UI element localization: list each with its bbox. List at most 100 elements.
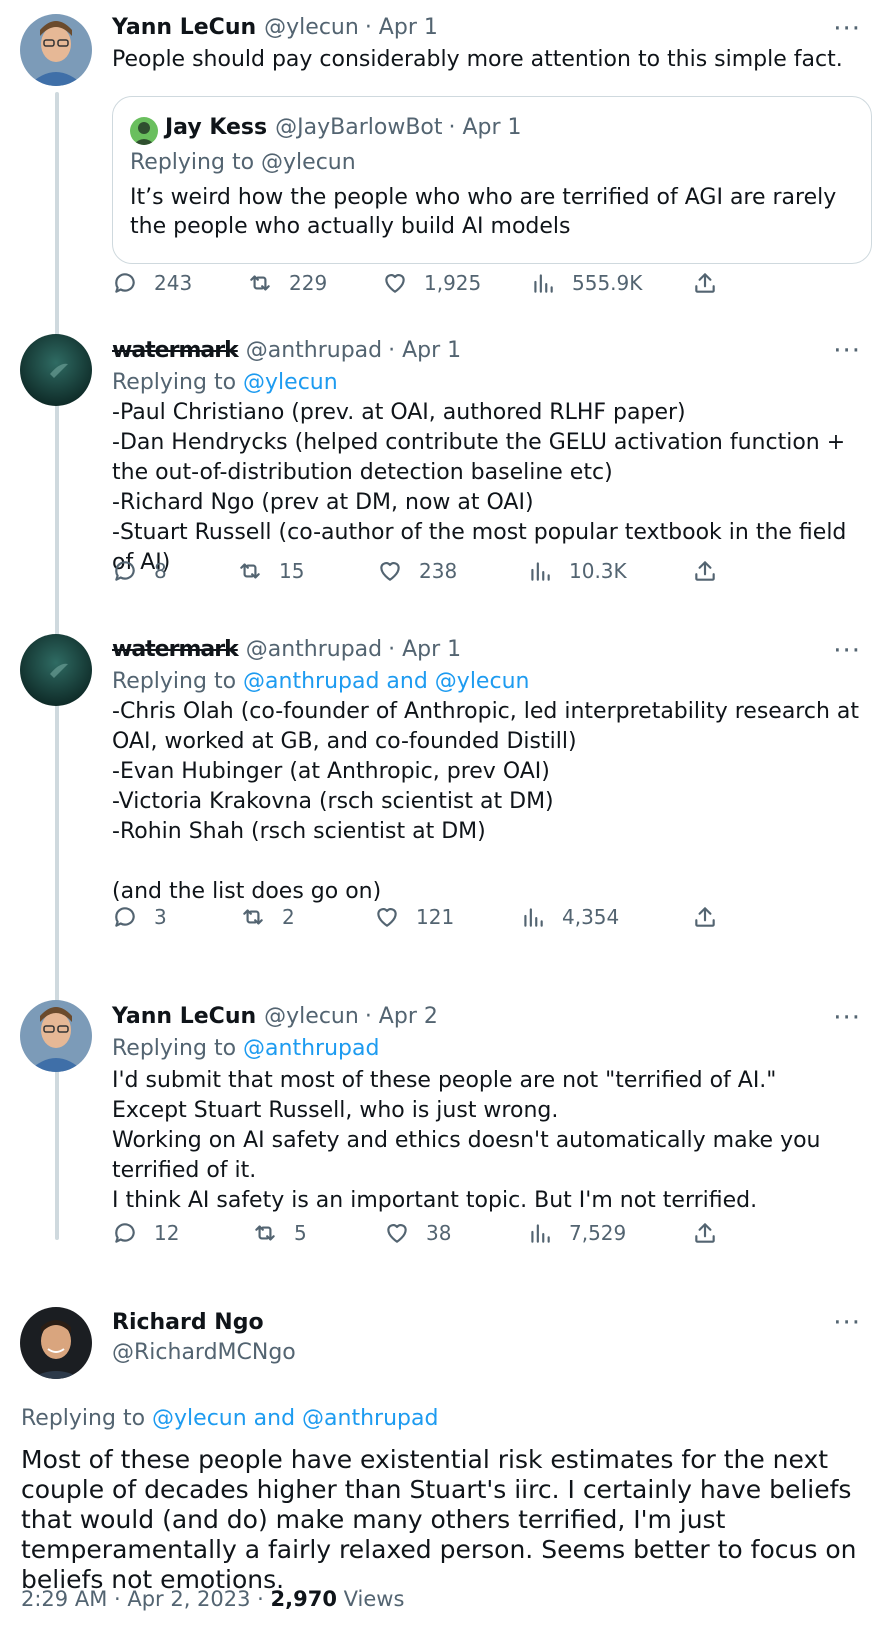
tweet-header: watermark @anthrupad · Apr 1 xyxy=(112,338,461,363)
retweet-count: 229 xyxy=(289,271,328,295)
replying-to: Replying to @ylecun and @anthrupad xyxy=(21,1406,438,1431)
avatar[interactable] xyxy=(20,1307,92,1379)
author-handle[interactable]: @RichardMCNgo xyxy=(112,1340,296,1365)
tweet-date[interactable]: · Apr 1 xyxy=(388,338,461,363)
views-count: 555.9K xyxy=(572,271,643,295)
views-button[interactable]: 4,354 xyxy=(520,904,619,930)
share-icon xyxy=(695,273,715,293)
share-button[interactable] xyxy=(692,270,734,296)
quote-replying-to: Replying to @ylecun xyxy=(130,150,356,175)
retweet-count: 2 xyxy=(282,905,295,929)
like-icon xyxy=(380,562,400,581)
replying-handle-link[interactable]: @ylecun and @anthrupad xyxy=(152,1406,438,1431)
tweet-1[interactable]: Yann LeCun @ylecun · Apr 1 ··· People sh… xyxy=(0,0,891,320)
like-button[interactable]: 121 xyxy=(374,904,454,930)
more-icon[interactable]: ··· xyxy=(833,16,861,42)
tweet-header: Yann LeCun @ylecun · Apr 1 xyxy=(112,15,438,40)
reply-icon xyxy=(115,273,135,293)
views-button[interactable]: 555.9K xyxy=(530,270,642,296)
tweet-2[interactable]: watermark @anthrupad · Apr 1 ··· Replyin… xyxy=(0,320,891,610)
tweet-4[interactable]: Yann LeCun @ylecun · Apr 2 ··· Replying … xyxy=(0,990,891,1290)
share-icon xyxy=(695,561,715,581)
avatar[interactable] xyxy=(20,634,92,706)
views-count: 4,354 xyxy=(562,905,620,929)
reply-button[interactable]: 3 xyxy=(112,904,167,930)
author-name[interactable]: Richard Ngo xyxy=(112,1310,264,1335)
author-name[interactable]: watermark xyxy=(112,338,239,363)
views-count: 7,529 xyxy=(569,1221,627,1245)
quote-avatar xyxy=(130,117,158,145)
tweet-date[interactable]: · Apr 2 xyxy=(365,1004,438,1029)
author-handle[interactable]: @anthrupad xyxy=(246,637,382,662)
reply-count: 8 xyxy=(154,559,167,583)
replying-to: Replying to @ylecun xyxy=(112,370,338,395)
reply-button[interactable]: 243 xyxy=(112,270,192,296)
like-count: 238 xyxy=(419,559,458,583)
replying-prefix: Replying to xyxy=(112,370,237,395)
share-button[interactable] xyxy=(692,558,734,584)
author-handle[interactable]: @anthrupad xyxy=(246,338,382,363)
retweet-count: 5 xyxy=(294,1221,307,1245)
retweet-button[interactable]: 15 xyxy=(237,558,304,584)
tweet-date[interactable]: · Apr 1 xyxy=(365,15,438,40)
replying-handle-link[interactable]: @ylecun xyxy=(243,370,338,395)
views-icon xyxy=(534,274,553,293)
replying-handle: @ylecun xyxy=(261,150,356,175)
tweet-text: I'd submit that most of these people are… xyxy=(112,1068,821,1213)
author-name[interactable]: Yann LeCun xyxy=(112,1004,256,1029)
quote-text: It’s weird how the people who who are te… xyxy=(130,185,837,239)
like-icon xyxy=(377,908,397,927)
reply-icon xyxy=(115,907,135,927)
tweet-3[interactable]: watermark @anthrupad · Apr 1 ··· Replyin… xyxy=(0,620,891,965)
like-button[interactable]: 38 xyxy=(384,1220,451,1246)
retweet-button[interactable]: 229 xyxy=(247,270,327,296)
share-button[interactable] xyxy=(692,1220,734,1246)
views-count: 10.3K xyxy=(569,559,627,583)
more-icon[interactable]: ··· xyxy=(833,338,861,364)
author-name[interactable]: Yann LeCun xyxy=(112,15,256,40)
avatar[interactable] xyxy=(20,14,92,86)
share-icon xyxy=(695,1223,715,1243)
share-button[interactable] xyxy=(692,904,734,930)
quoted-tweet[interactable]: Jay Kess @JayBarlowBot · Apr 1 Replying … xyxy=(112,96,872,264)
replying-handle-link[interactable]: @anthrupad and @ylecun xyxy=(243,669,529,694)
more-icon[interactable]: ··· xyxy=(833,638,861,664)
tweet-header: Yann LeCun @ylecun · Apr 2 xyxy=(112,1004,438,1029)
tweet-date[interactable]: · Apr 1 xyxy=(388,637,461,662)
views-icon xyxy=(524,908,543,927)
views-button[interactable]: 10.3K xyxy=(527,558,627,584)
retweet-button[interactable]: 5 xyxy=(252,1220,307,1246)
reply-count: 3 xyxy=(154,905,167,929)
retweet-icon xyxy=(240,563,260,579)
like-icon xyxy=(385,274,405,293)
author-handle[interactable]: @ylecun xyxy=(264,15,359,40)
tweet-text: -Paul Christiano (prev. at OAI, authored… xyxy=(112,400,847,575)
tweet-text: People should pay considerably more atte… xyxy=(112,47,843,72)
like-button[interactable]: 1,925 xyxy=(382,270,481,296)
like-count: 38 xyxy=(426,1221,452,1245)
author-handle[interactable]: @ylecun xyxy=(264,1004,359,1029)
retweet-button[interactable]: 2 xyxy=(240,904,295,930)
like-button[interactable]: 238 xyxy=(377,558,457,584)
reply-button[interactable]: 8 xyxy=(112,558,167,584)
views-icon xyxy=(531,1224,550,1243)
more-icon[interactable]: ··· xyxy=(833,1005,861,1031)
like-count: 1,925 xyxy=(424,271,482,295)
more-icon[interactable]: ··· xyxy=(833,1310,861,1336)
reply-count: 12 xyxy=(154,1221,180,1245)
avatar[interactable] xyxy=(20,334,92,406)
author-name[interactable]: watermark xyxy=(112,637,239,662)
retweet-icon xyxy=(243,909,263,925)
retweet-count: 15 xyxy=(279,559,305,583)
timestamp[interactable]: 2:29 AM · Apr 2, 2023 · xyxy=(21,1587,271,1611)
main-tweet[interactable]: Richard Ngo @RichardMCNgo ··· Replying t… xyxy=(0,1295,891,1629)
reply-button[interactable]: 12 xyxy=(112,1220,179,1246)
avatar[interactable] xyxy=(20,1000,92,1072)
reply-count: 243 xyxy=(154,271,193,295)
replying-handle-link[interactable]: @anthrupad xyxy=(243,1036,379,1061)
views-button[interactable]: 7,529 xyxy=(527,1220,626,1246)
tweet-actions: 3 2 121 4,354 xyxy=(112,904,752,938)
tweet-text: Most of these people have existential ri… xyxy=(21,1445,857,1594)
replying-prefix: Replying to xyxy=(112,669,237,694)
replying-to: Replying to @anthrupad xyxy=(112,1036,379,1061)
